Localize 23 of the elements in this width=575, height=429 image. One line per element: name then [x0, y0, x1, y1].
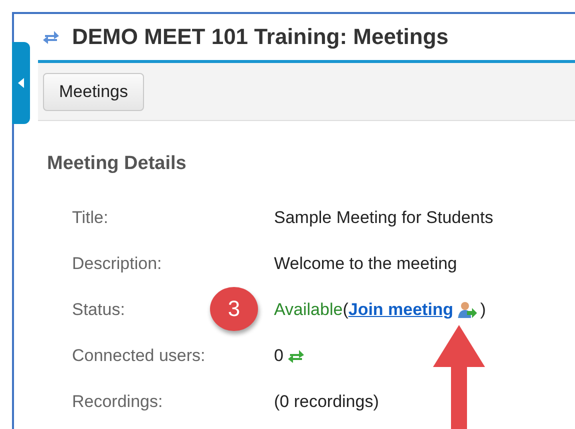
sidebar-toggle[interactable] [12, 42, 30, 124]
section-heading: Meeting Details [47, 153, 188, 175]
caret-icon [18, 78, 24, 88]
window-title: DEMO MEET 101 Training: Meetings [72, 24, 449, 50]
arrow-icon [433, 325, 485, 429]
field-label: Connected users: [72, 346, 206, 365]
status-text: Available [274, 300, 343, 320]
field-value: Welcome to the meeting [274, 254, 457, 274]
field-label: Description: [72, 254, 162, 273]
field-value: 0 [274, 346, 284, 366]
sync-icon [42, 28, 60, 46]
meetings-button[interactable]: Meetings [43, 72, 144, 110]
field-value: Sample Meeting for Students [274, 208, 494, 228]
parenthesis: ) [480, 300, 486, 320]
field-label: Status: [72, 300, 125, 319]
parenthesis: ( [342, 300, 348, 320]
user-arrow-icon [457, 300, 478, 320]
field-value: (0 recordings) [274, 392, 379, 412]
field-label: Recordings: [72, 392, 163, 411]
field-label: Title: [72, 208, 108, 227]
join-meeting-link[interactable]: Join meeting [348, 300, 454, 320]
refresh-icon [287, 347, 306, 365]
step-badge: 3 [210, 287, 258, 331]
